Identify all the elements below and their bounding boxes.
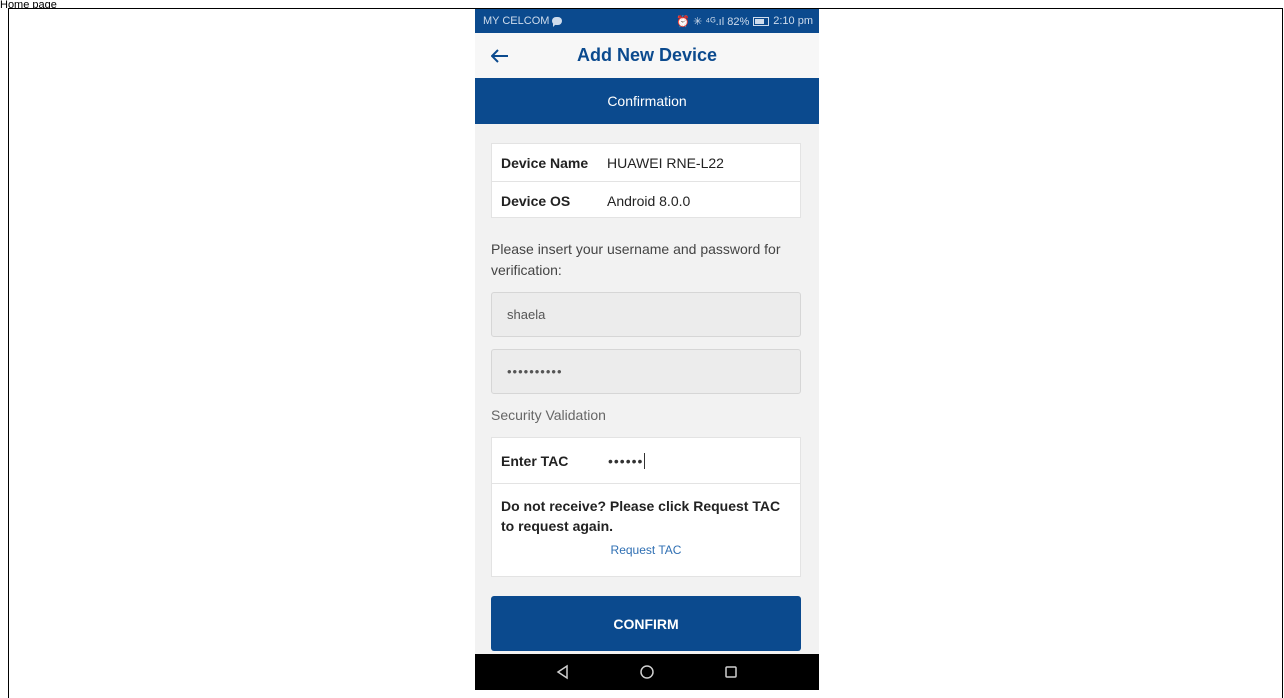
security-validation-label: Security Validation (491, 407, 606, 423)
page-label: Home page (0, 0, 57, 8)
step-indicator: Confirmation (475, 78, 819, 124)
request-tac-link[interactable]: Request TAC (492, 543, 800, 557)
verification-prompt: Please insert your username and password… (491, 241, 781, 278)
device-os-value: Android 8.0.0 (607, 192, 691, 209)
home-circle-icon[interactable] (639, 664, 655, 680)
carrier-name: MY CELCOM (483, 15, 550, 27)
device-name-row: Device Name HUAWEI RNE-L22 (492, 144, 800, 181)
arrow-left-icon (491, 49, 508, 63)
chat-icon (552, 17, 563, 27)
phone-screen: MY CELCOM ⏰ ✳ ⁴ᴳ.ıl 82% 2:10 pm Add New … (475, 9, 819, 690)
device-os-label: Device OS (501, 192, 571, 209)
status-time: 2:10 pm (773, 15, 813, 27)
tac-row[interactable]: Enter TAC •••••• (492, 438, 800, 484)
confirm-button[interactable]: CONFIRM (491, 596, 801, 651)
text-caret (644, 452, 646, 469)
tac-note: Do not receive? Please click Request TAC… (501, 498, 781, 534)
password-input[interactable]: •••••••••• (491, 349, 801, 394)
recents-square-icon[interactable] (723, 664, 739, 680)
device-name-label: Device Name (501, 154, 589, 171)
android-nav-bar (475, 654, 819, 690)
back-button[interactable] (488, 44, 512, 68)
username-input[interactable]: shaela (491, 292, 801, 337)
status-bar: MY CELCOM ⏰ ✳ ⁴ᴳ.ıl 82% 2:10 pm (475, 9, 819, 33)
device-info-card: Device Name HUAWEI RNE-L22 Device OS And… (491, 143, 801, 218)
device-os-row: Device OS Android 8.0.0 (492, 181, 800, 219)
app-header: Add New Device (475, 33, 819, 78)
battery-icon (753, 16, 770, 26)
tac-label: Enter TAC (501, 452, 569, 469)
tac-input[interactable]: •••••• (608, 453, 643, 469)
tac-card: Enter TAC •••••• Do not receive? Please … (491, 437, 801, 577)
back-triangle-icon[interactable] (555, 664, 571, 680)
page-title: Add New Device (576, 45, 718, 65)
status-indicators: ⏰ ✳ ⁴ᴳ.ıl 82% (676, 15, 750, 28)
device-name-value: HUAWEI RNE-L22 (607, 154, 724, 171)
